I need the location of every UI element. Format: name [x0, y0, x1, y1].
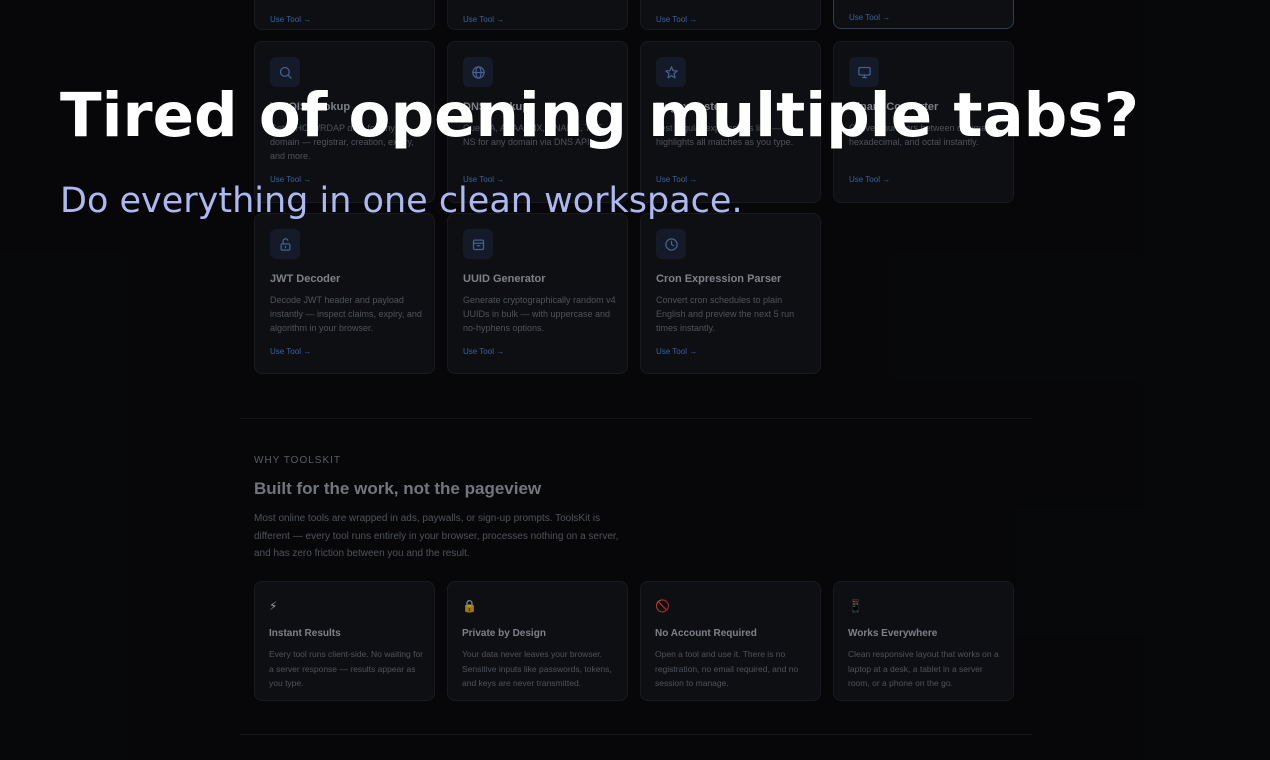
promo-subheadline: Do everything in one clean workspace.	[60, 181, 743, 221]
promo-headline: Tired of opening multiple tabs?	[60, 80, 1139, 151]
